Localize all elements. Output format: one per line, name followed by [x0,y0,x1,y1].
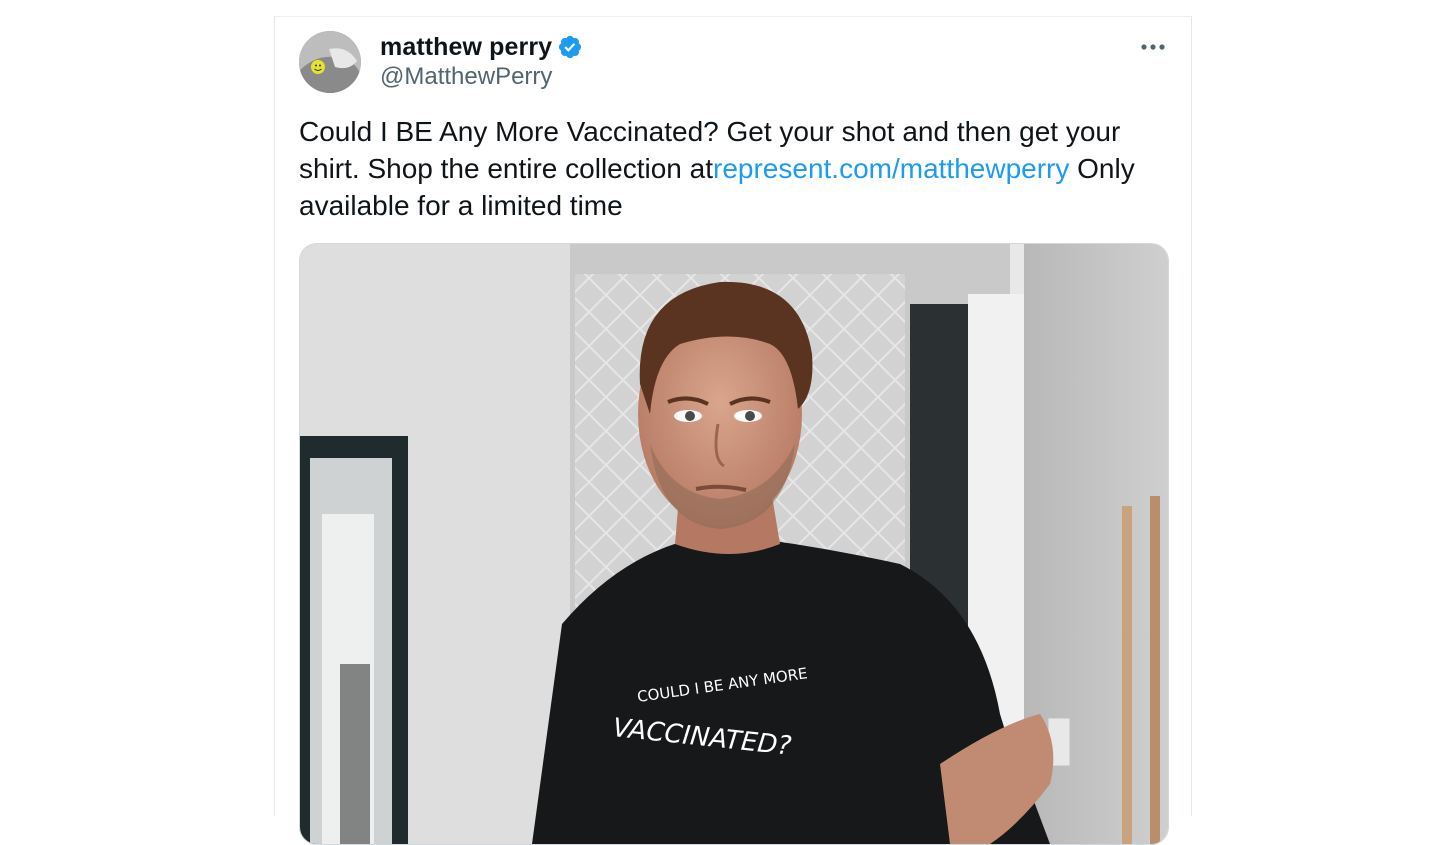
author-name-row[interactable]: matthew perry [380,31,583,63]
tweet-link[interactable]: represent.com/matthewperry [713,153,1069,184]
tweet-body: Could I BE Any More Vaccinated? Get your… [299,113,1179,224]
author-avatar[interactable] [299,31,361,93]
avatar-image-icon [299,31,361,93]
more-options-button[interactable] [1139,35,1167,59]
tweet-card: matthew perry @MatthewPerry Could I BE A… [274,16,1192,845]
author-handle[interactable]: @MatthewPerry [380,63,552,91]
verified-badge-icon [559,35,582,59]
more-horizontal-icon [1141,44,1165,50]
tweet-media-photo[interactable]: COULD I BE ANY MORE VACCINATED? [299,243,1169,845]
photo-image: COULD I BE ANY MORE VACCINATED? [300,244,1168,844]
author-display-name[interactable]: matthew perry [380,33,552,62]
